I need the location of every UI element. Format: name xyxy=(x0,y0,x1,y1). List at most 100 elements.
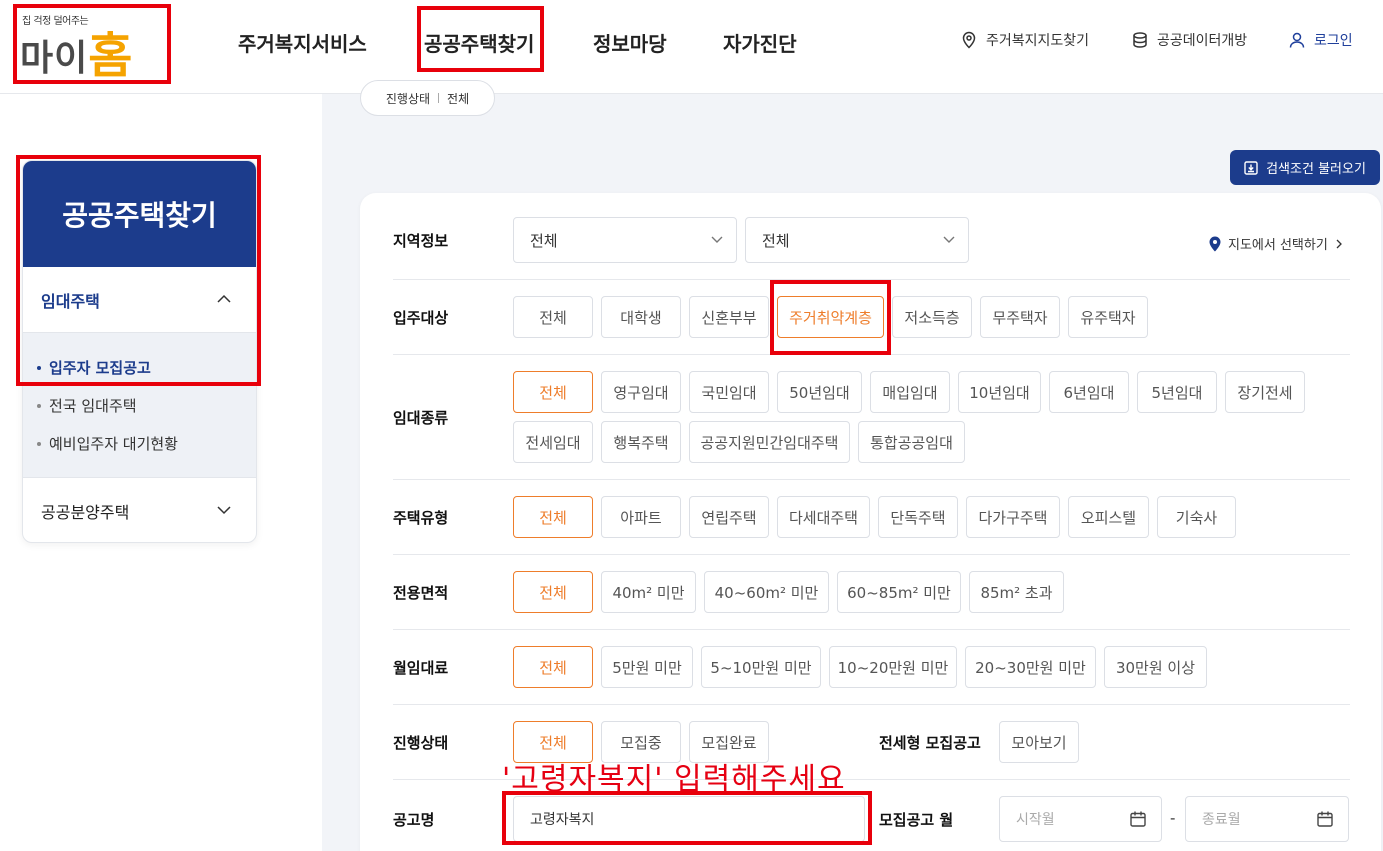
logo-brand-main: 마이 xyxy=(20,38,89,79)
area-option-over85[interactable]: 85m² 초과 xyxy=(969,571,1064,613)
rental-option-5yr[interactable]: 5년임대 xyxy=(1137,371,1217,413)
house-option-multiplex[interactable]: 다세대주택 xyxy=(777,496,870,538)
house-option-rowhouse[interactable]: 연립주택 xyxy=(689,496,769,538)
sidebar-item-national-rental[interactable]: 전국 임대주택 xyxy=(37,395,137,416)
chevron-down-icon xyxy=(217,506,231,515)
row-divider xyxy=(393,704,1350,705)
sidebar-group-sale[interactable]: 공공분양주택 xyxy=(23,478,256,542)
map-pin-icon xyxy=(1209,236,1221,251)
rental-option-jeonse[interactable]: 전세임대 xyxy=(513,421,593,463)
summary-pill-value: 전체 xyxy=(447,91,470,106)
rental-option-permanent[interactable]: 영구임대 xyxy=(601,371,681,413)
status-label: 진행상태 xyxy=(393,734,449,752)
rental-option-long-jeonse[interactable]: 장기전세 xyxy=(1225,371,1305,413)
month-range-dash: - xyxy=(1170,809,1176,827)
rent-option-all[interactable]: 전체 xyxy=(513,646,593,688)
target-option-low-income[interactable]: 저소득층 xyxy=(892,296,972,338)
sidebar-item-notice[interactable]: 입주자 모집공고 xyxy=(37,357,151,378)
rental-option-national[interactable]: 국민임대 xyxy=(689,371,769,413)
rental-option-happy[interactable]: 행복주택 xyxy=(601,421,681,463)
summary-pill-divider xyxy=(438,93,440,103)
house-option-multifamily[interactable]: 다가구주택 xyxy=(966,496,1060,538)
nav-info[interactable]: 정보마당 xyxy=(593,28,667,57)
site-header: 집 걱정 덜어주는 마이홈 주거복지서비스 공공주택찾기 정보마당 자가진단 주… xyxy=(0,0,1383,94)
house-option-officetel[interactable]: 오피스텔 xyxy=(1068,496,1149,538)
house-type-label: 주택유형 xyxy=(393,509,449,527)
target-label: 입주대상 xyxy=(393,309,449,327)
jeonse-notice-label: 전세형 모집공고 xyxy=(879,734,981,752)
rent-option-5-10[interactable]: 5~10만원 미만 xyxy=(701,646,821,688)
jeonse-view-button[interactable]: 모아보기 xyxy=(999,721,1079,763)
map-select-label: 지도에서 선택하기 xyxy=(1228,238,1328,253)
rent-option-over30[interactable]: 30만원 이상 xyxy=(1104,646,1207,688)
rental-option-6yr[interactable]: 6년임대 xyxy=(1049,371,1129,413)
area-option-all[interactable]: 전체 xyxy=(513,571,593,613)
area-option-40-60[interactable]: 40~60m² 미만 xyxy=(704,571,829,613)
end-month-placeholder: 종료월 xyxy=(1202,812,1241,828)
rent-option-under5[interactable]: 5만원 미만 xyxy=(601,646,693,688)
region-label: 지역정보 xyxy=(393,232,449,250)
calendar-icon[interactable] xyxy=(1316,810,1334,828)
region-select-2[interactable]: 전체 xyxy=(745,217,969,263)
nav-public-housing[interactable]: 공공주택찾기 xyxy=(424,28,534,57)
user-icon xyxy=(1289,32,1305,48)
logo[interactable]: 집 걱정 덜어주는 마이홈 xyxy=(18,8,168,84)
load-search-conditions-button[interactable]: 검색조건 불러오기 xyxy=(1230,150,1380,185)
bullet-icon xyxy=(37,403,41,408)
notice-month-label: 모집공고 월 xyxy=(879,811,954,829)
rental-option-private-supported[interactable]: 공공지원민간임대주택 xyxy=(689,421,850,463)
rental-option-10yr[interactable]: 10년임대 xyxy=(958,371,1041,413)
target-option-no-house[interactable]: 무주택자 xyxy=(980,296,1060,338)
sidebar: 공공주택찾기 임대주택 입주자 모집공고 전국 임대주택 예비입주자 대기현황 … xyxy=(22,160,257,543)
chevron-right-icon xyxy=(1336,239,1342,248)
area-label: 전용면적 xyxy=(393,584,449,602)
region-select-1-value: 전체 xyxy=(530,231,558,250)
row-divider xyxy=(393,554,1350,555)
rental-option-50yr[interactable]: 50년임대 xyxy=(777,371,862,413)
login-link[interactable]: 로그인 xyxy=(1288,30,1353,50)
logo-brand: 마이홈 xyxy=(20,16,133,86)
row-divider xyxy=(393,629,1350,630)
rent-option-20-30[interactable]: 20~30만원 미만 xyxy=(965,646,1096,688)
map-select-link[interactable]: 지도에서 선택하기 xyxy=(1208,234,1344,253)
target-option-all[interactable]: 전체 xyxy=(513,296,593,338)
sidebar-item-waitlist[interactable]: 예비입주자 대기현황 xyxy=(37,433,178,454)
rental-type-label: 임대종류 xyxy=(393,409,449,427)
rental-option-purchase[interactable]: 매입임대 xyxy=(870,371,950,413)
area-option-under40[interactable]: 40m² 미만 xyxy=(601,571,696,613)
notice-name-input[interactable]: 고령자복지 xyxy=(513,796,865,842)
target-option-vulnerable[interactable]: 주거취약계층 xyxy=(777,296,884,338)
sidebar-group-rental[interactable]: 임대주택 xyxy=(23,267,256,333)
house-option-detached[interactable]: 단독주택 xyxy=(878,496,958,538)
region-select-1[interactable]: 전체 xyxy=(513,217,737,263)
location-pin-icon xyxy=(962,31,976,49)
login-label: 로그인 xyxy=(1314,33,1353,49)
nav-self-check[interactable]: 자가진단 xyxy=(723,28,797,57)
row-divider xyxy=(393,354,1350,355)
target-option-newlywed[interactable]: 신혼부부 xyxy=(689,296,769,338)
sidebar-item-waitlist-label: 예비입주자 대기현황 xyxy=(49,435,178,453)
start-month-input[interactable]: 시작월 xyxy=(999,796,1162,842)
rent-label: 월임대료 xyxy=(393,659,449,677)
chevron-down-icon xyxy=(943,236,955,243)
rental-option-all[interactable]: 전체 xyxy=(513,371,593,413)
logo-brand-accent: 홈 xyxy=(88,28,134,84)
database-icon xyxy=(1133,32,1147,48)
rental-option-integrated[interactable]: 통합공공임대 xyxy=(858,421,965,463)
load-button-label: 검색조건 불러오기 xyxy=(1266,162,1366,177)
sidebar-group-rental-label: 임대주택 xyxy=(41,292,100,311)
rent-option-10-20[interactable]: 10~20만원 미만 xyxy=(829,646,957,688)
util-open-data-link[interactable]: 공공데이터개방 xyxy=(1131,30,1247,50)
house-option-all[interactable]: 전체 xyxy=(513,496,593,538)
summary-pill: 진행상태 전체 xyxy=(360,80,495,116)
target-option-student[interactable]: 대학생 xyxy=(601,296,681,338)
nav-housing-welfare[interactable]: 주거복지서비스 xyxy=(238,28,367,57)
util-map-link[interactable]: 주거복지지도찾기 xyxy=(960,30,1089,50)
target-option-has-house[interactable]: 유주택자 xyxy=(1068,296,1148,338)
calendar-icon[interactable] xyxy=(1129,810,1147,828)
area-option-60-85[interactable]: 60~85m² 미만 xyxy=(837,571,961,613)
end-month-input[interactable]: 종료월 xyxy=(1185,796,1349,842)
start-month-placeholder: 시작월 xyxy=(1016,812,1055,828)
house-option-dormitory[interactable]: 기숙사 xyxy=(1157,496,1236,538)
house-option-apartment[interactable]: 아파트 xyxy=(601,496,681,538)
